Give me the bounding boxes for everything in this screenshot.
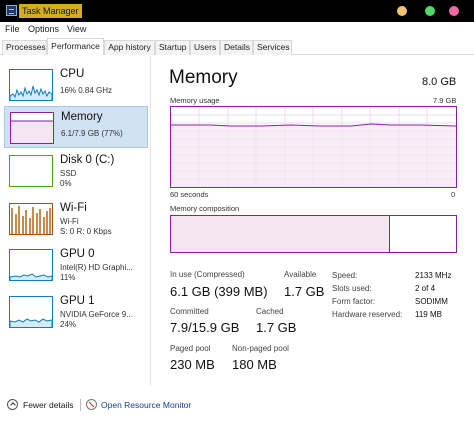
sidebar-item-detail: 16% 0.84 GHz [60,86,113,95]
sidebar-item-detail: SSD [60,169,77,178]
graph-time-right: 0 [451,190,456,199]
memory-total: 8.0 GB [422,76,457,88]
sidebar-item-detail-2: 11% [60,273,76,282]
memory-usage-max: 7.9 GB [433,96,457,105]
tab-app-history[interactable]: App history [104,40,155,55]
sidebar-item-title: Wi-Fi [60,202,87,214]
committed-label: Committed [170,307,209,316]
tab-performance[interactable]: Performance [47,38,104,55]
fewer-details-link[interactable]: Fewer details [23,400,74,410]
cached-label: Cached [256,307,284,316]
maximize-button[interactable] [425,6,435,16]
in-use-value: 6.1 GB (399 MB) [170,284,268,299]
footer: Fewer details Open Resource Monitor [0,390,474,422]
sidebar-item-detail-2: 0% [60,179,72,188]
paged-pool-value: 230 MB [170,357,215,372]
sidebar-item-title: Disk 0 (C:) [60,154,115,166]
page-title: Memory [169,67,238,88]
window-title: Task Manager [19,4,82,18]
sidebar-item-detail: NVIDIA GeForce 9... [60,310,133,319]
menu-view[interactable]: View [67,24,86,34]
sidebar-item-gpu-0[interactable]: GPU 0 Intel(R) HD Graphi... 11% [4,244,148,286]
tab-services[interactable]: Services [253,40,292,55]
open-resource-monitor-link[interactable]: Open Resource Monitor [101,400,191,410]
resource-sidebar: CPU 16% 0.84 GHz Memory 6.1/7.9 GB (77%)… [0,56,151,386]
hardware-reserved-value: 119 MB [415,310,442,319]
sidebar-item-cpu[interactable]: CPU 16% 0.84 GHz [4,64,148,106]
graph-time-left: 60 seconds [170,190,209,199]
sidebar-item-title: GPU 1 [60,295,95,307]
memory-in-use-segment [171,216,390,252]
close-button[interactable] [449,6,459,16]
sidebar-item-detail: 6.1/7.9 GB (77%) [61,129,123,138]
slots-used-value: 2 of 4 [415,284,436,293]
sidebar-item-title: Memory [61,111,103,123]
sidebar-item-memory[interactable]: Memory 6.1/7.9 GB (77%) [4,106,148,148]
memory-composition-label: Memory composition [170,204,240,213]
memory-usage-label: Memory usage [170,96,220,105]
menu-bar: File Options View [0,22,474,38]
cpu-thumbnail-graph [9,69,53,101]
sidebar-item-detail: Wi-Fi [60,217,79,226]
cached-value: 1.7 GB [256,320,297,335]
task-manager-icon [6,5,17,16]
committed-value: 7.9/15.9 GB [170,320,240,335]
sidebar-item-detail: Intel(R) HD Graphi... [60,263,133,272]
sidebar-item-title: GPU 0 [60,248,95,260]
available-value: 1.7 GB [284,284,325,299]
non-paged-pool-label: Non-paged pool [232,344,289,353]
wifi-thumbnail-graph [9,203,53,235]
hardware-reserved-label: Hardware reserved: [332,310,403,319]
sidebar-item-gpu-1[interactable]: GPU 1 NVIDIA GeForce 9... 24% [4,291,148,333]
tab-users[interactable]: Users [190,40,220,55]
memory-composition-bar [170,215,457,253]
menu-file[interactable]: File [5,24,20,34]
menu-options[interactable]: Options [28,24,59,34]
form-factor-value: SODIMM [415,297,448,306]
title-bar: Task Manager [0,0,474,22]
memory-usage-graph [170,106,457,188]
speed-value: 2133 MHz [415,271,452,280]
resource-monitor-icon[interactable] [86,399,97,410]
footer-divider [80,399,81,411]
in-use-label: In use (Compressed) [170,270,245,279]
tab-processes[interactable]: Processes [2,40,47,55]
non-paged-pool-value: 180 MB [232,357,277,372]
slots-used-label: Slots used: [332,284,372,293]
sidebar-item-disk[interactable]: Disk 0 (C:) SSD 0% [4,150,148,192]
gpu-0-thumbnail-graph [9,249,53,281]
tab-bar: Processes Performance App history Startu… [0,38,474,55]
gpu-1-thumbnail-graph [9,296,53,328]
tab-details[interactable]: Details [220,40,253,55]
tab-startup[interactable]: Startup [155,40,190,55]
form-factor-label: Form factor: [332,297,376,306]
chevron-up-icon[interactable] [7,399,18,410]
sidebar-item-wifi[interactable]: Wi-Fi Wi-Fi S: 0 R: 0 Kbps [4,198,148,240]
sidebar-item-title: CPU [60,68,85,80]
disk-thumbnail-graph [9,155,53,187]
speed-label: Speed: [332,271,358,280]
minimize-button[interactable] [397,6,407,16]
memory-thumbnail-graph [10,112,54,144]
available-label: Available [284,270,317,279]
sidebar-item-detail-2: 24% [60,320,77,329]
sidebar-item-detail-2: S: 0 R: 0 Kbps [60,227,112,236]
paged-pool-label: Paged pool [170,344,211,353]
